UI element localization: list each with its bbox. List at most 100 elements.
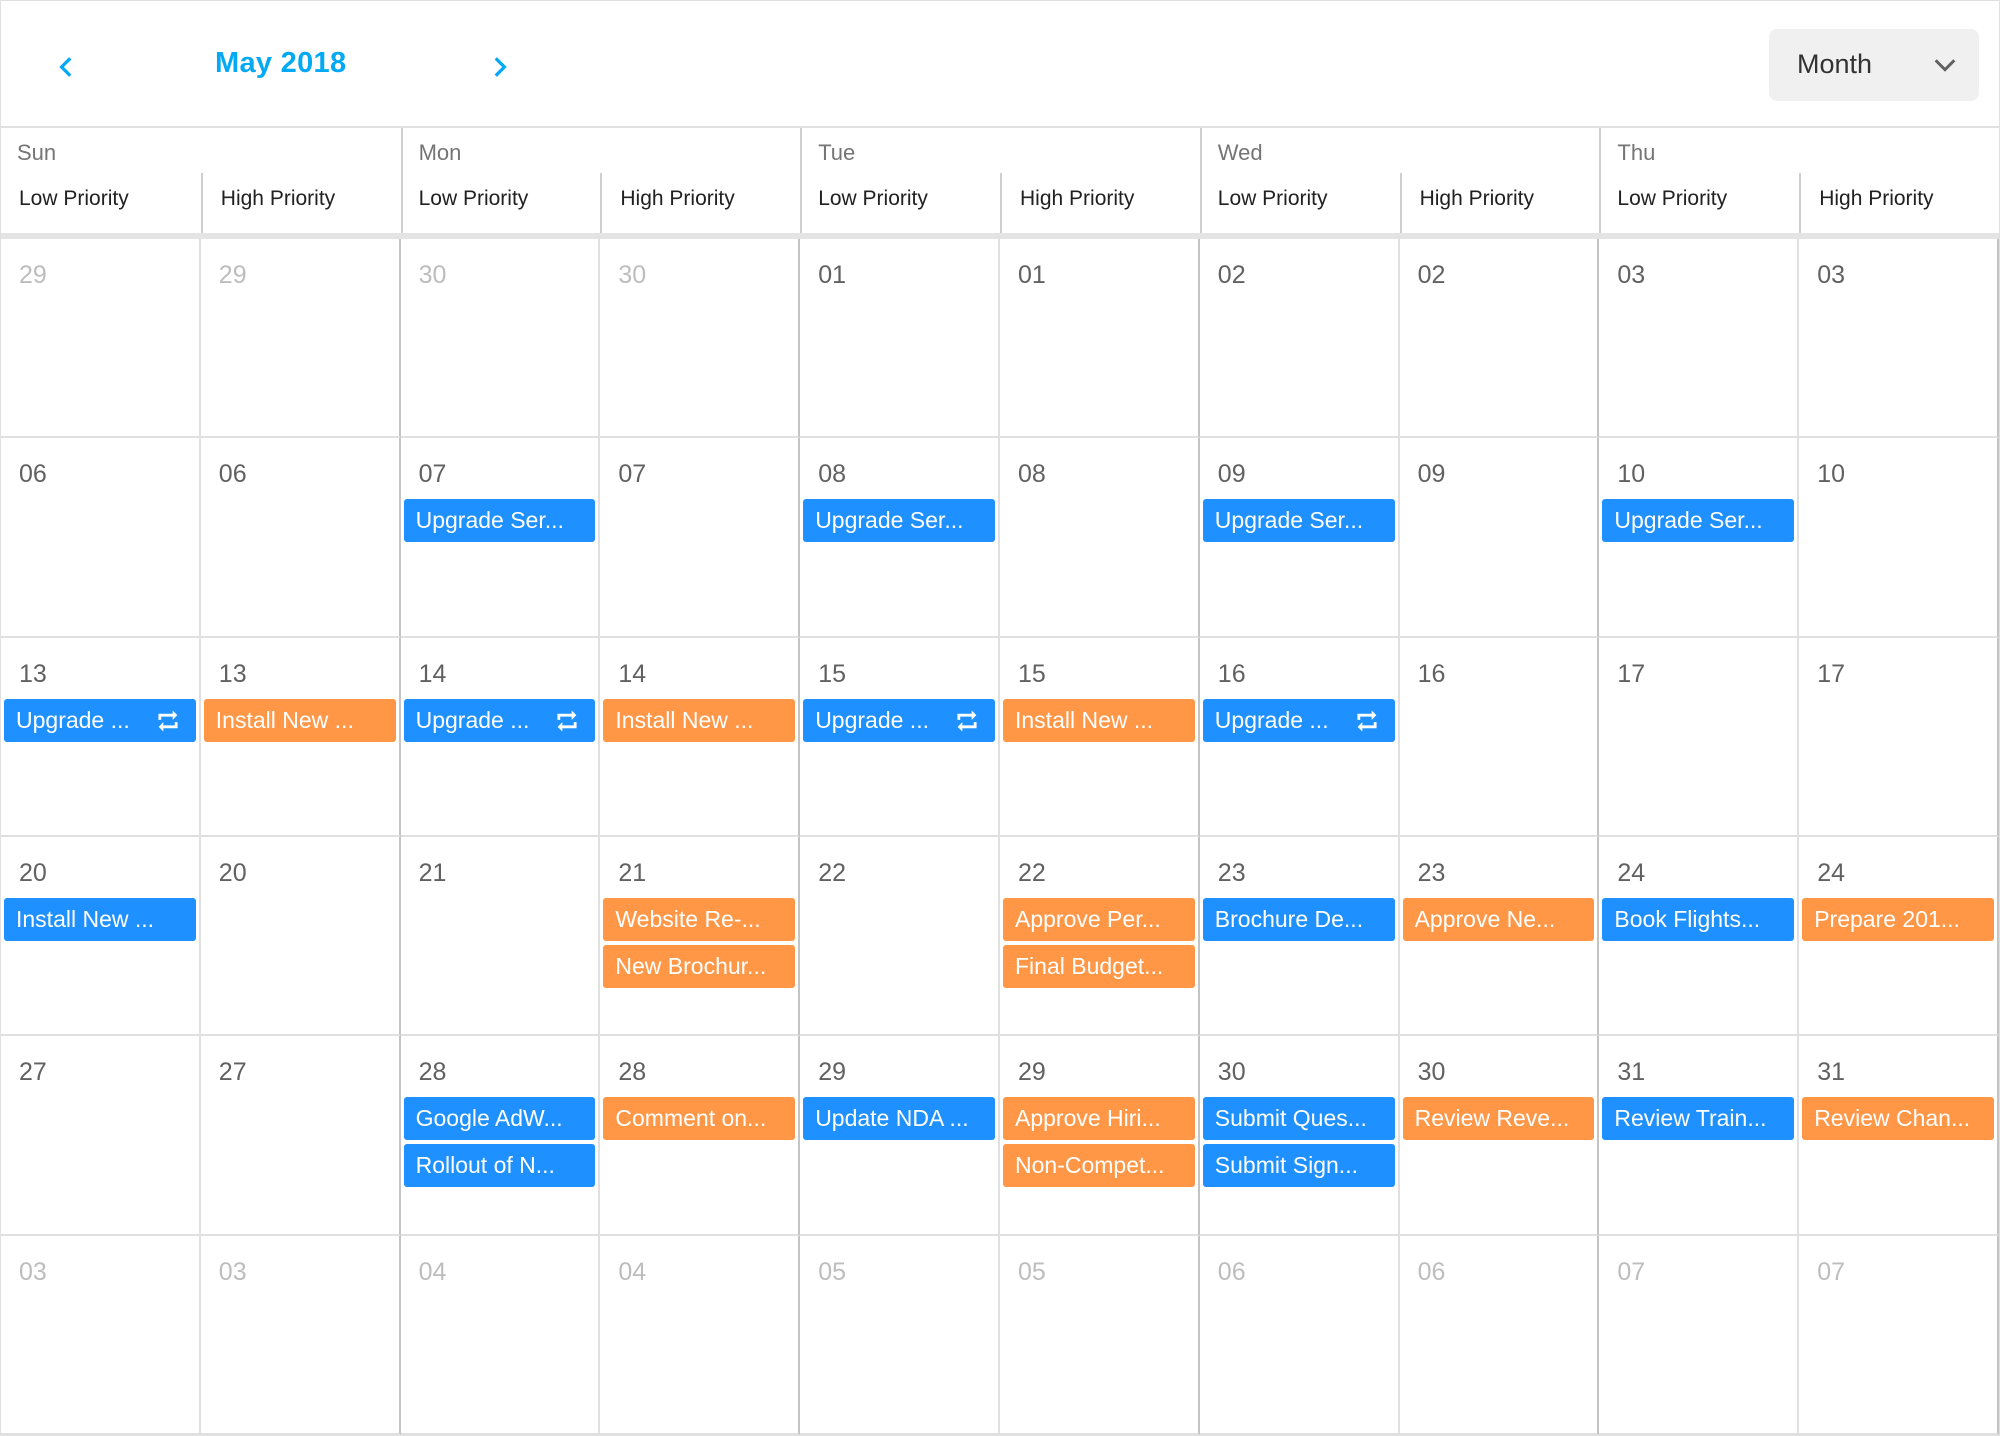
appointment[interactable]: Non-Compet... [1003, 1144, 1195, 1188]
appointment[interactable]: Submit Sign... [1202, 1144, 1395, 1188]
calendar-cell[interactable]: 30 [600, 239, 801, 439]
calendar-cell[interactable]: 20 [200, 837, 401, 1037]
appointment[interactable]: Google AdW... [403, 1097, 596, 1141]
calendar-cell[interactable]: 06 [1, 438, 201, 638]
date-number[interactable]: 14 [618, 660, 646, 689]
date-number[interactable]: 04 [618, 1258, 646, 1287]
date-number[interactable]: 31 [1617, 1058, 1645, 1087]
calendar-cell[interactable]: 29 Approve Hiri... Non-Compet... [1000, 1036, 1200, 1236]
calendar-cell[interactable]: 31 Review Train... [1599, 1036, 1800, 1236]
date-number[interactable]: 06 [1418, 1258, 1446, 1287]
calendar-cell[interactable]: 03 [1, 1235, 201, 1435]
calendar-cell[interactable]: 29 [1, 239, 201, 439]
appointment[interactable]: Comment on... [603, 1097, 796, 1141]
appointment[interactable]: Install New ... [203, 698, 396, 742]
calendar-cell[interactable]: 10 [1799, 438, 1999, 638]
date-number[interactable]: 03 [1617, 261, 1645, 290]
date-number[interactable]: 31 [1817, 1058, 1845, 1087]
calendar-cell[interactable]: 23 Approve Ne... [1399, 837, 1600, 1037]
appointment[interactable]: Upgrade ... [1202, 698, 1395, 742]
appointment[interactable]: Upgrade Ser... [1202, 499, 1395, 543]
calendar-cell[interactable]: 30 Review Reve... [1399, 1036, 1600, 1236]
date-number[interactable]: 13 [219, 660, 247, 689]
appointment[interactable]: Approve Ne... [1402, 898, 1595, 941]
calendar-cell[interactable]: 17 [1599, 637, 1800, 837]
calendar-cell[interactable]: 09 Upgrade Ser... [1199, 438, 1400, 638]
date-number[interactable]: 01 [1018, 261, 1046, 290]
date-number[interactable]: 21 [419, 859, 447, 888]
appointment[interactable]: New Brochur... [603, 945, 796, 988]
calendar-cell[interactable]: 23 Brochure De... [1199, 837, 1400, 1037]
date-number[interactable]: 02 [1218, 261, 1246, 290]
calendar-cell[interactable]: 29 [200, 239, 401, 439]
appointment[interactable]: Install New ... [4, 898, 196, 941]
date-number[interactable]: 20 [19, 859, 47, 888]
date-number[interactable]: 06 [1218, 1258, 1246, 1287]
calendar-cell[interactable]: 02 [1399, 239, 1600, 439]
date-number[interactable]: 16 [1218, 660, 1246, 689]
calendar-cell[interactable]: 30 Submit Ques... Submit Sign... [1199, 1036, 1400, 1236]
date-number[interactable]: 02 [1418, 261, 1446, 290]
appointment[interactable]: Upgrade ... [4, 698, 196, 742]
date-number[interactable]: 16 [1418, 660, 1446, 689]
appointment[interactable]: Review Reve... [1402, 1097, 1595, 1141]
appointment[interactable]: Install New ... [603, 698, 796, 742]
appointment[interactable]: Review Train... [1602, 1097, 1795, 1141]
calendar-cell[interactable]: 01 [1000, 239, 1200, 439]
date-number[interactable]: 17 [1817, 660, 1845, 689]
calendar-cell[interactable]: 10 Upgrade Ser... [1599, 438, 1800, 638]
date-number[interactable]: 21 [618, 859, 646, 888]
calendar-cell[interactable]: 16 [1399, 637, 1600, 837]
date-number[interactable]: 29 [818, 1058, 846, 1087]
date-number[interactable]: 03 [19, 1258, 47, 1287]
view-dropdown[interactable]: Month [1769, 29, 1979, 101]
date-number[interactable]: 20 [219, 859, 247, 888]
date-number[interactable]: 07 [1617, 1258, 1645, 1287]
calendar-cell[interactable]: 01 [800, 239, 1000, 439]
date-number[interactable]: 15 [1018, 660, 1046, 689]
date-number[interactable]: 13 [19, 660, 47, 689]
calendar-cell[interactable]: 07 [600, 438, 801, 638]
appointment[interactable]: Upgrade Ser... [403, 499, 596, 543]
calendar-cell[interactable]: 05 [1000, 1235, 1200, 1435]
calendar-cell[interactable]: 07 [1599, 1235, 1800, 1435]
calendar-cell[interactable]: 15 Install New ... [1000, 637, 1200, 837]
date-number[interactable]: 08 [818, 460, 846, 489]
date-number[interactable]: 22 [1018, 859, 1046, 888]
date-number[interactable]: 24 [1817, 859, 1845, 888]
calendar-cell[interactable]: 14 Install New ... [600, 637, 801, 837]
calendar-cell[interactable]: 21 [400, 837, 601, 1037]
appointment[interactable]: Book Flights... [1602, 898, 1795, 941]
appointment[interactable]: Final Budget... [1003, 945, 1195, 988]
appointment[interactable]: Approve Hiri... [1003, 1097, 1195, 1141]
calendar-cell[interactable]: 27 [1, 1036, 201, 1236]
date-number[interactable]: 27 [19, 1058, 47, 1087]
date-number[interactable]: 23 [1218, 859, 1246, 888]
date-number[interactable]: 10 [1617, 460, 1645, 489]
calendar-cell[interactable]: 24 Prepare 201... [1799, 837, 1999, 1037]
date-number[interactable]: 29 [219, 261, 247, 290]
date-number[interactable]: 08 [1018, 460, 1046, 489]
appointment[interactable]: Upgrade Ser... [1602, 499, 1795, 543]
calendar-cell[interactable]: 08 [1000, 438, 1200, 638]
date-number[interactable]: 05 [1018, 1258, 1046, 1287]
date-number[interactable]: 09 [1418, 460, 1446, 489]
appointment[interactable]: Prepare 201... [1802, 898, 1994, 941]
calendar-cell[interactable]: 30 [400, 239, 601, 439]
date-number[interactable]: 30 [1218, 1058, 1246, 1087]
date-number[interactable]: 10 [1817, 460, 1845, 489]
date-range-label[interactable]: May 2018 [215, 47, 346, 80]
appointment[interactable]: Submit Ques... [1202, 1097, 1395, 1141]
date-number[interactable]: 23 [1418, 859, 1446, 888]
calendar-cell[interactable]: 09 [1399, 438, 1600, 638]
appointment[interactable]: Rollout of N... [403, 1144, 596, 1188]
date-number[interactable]: 29 [1018, 1058, 1046, 1087]
calendar-cell[interactable]: 22 Approve Per... Final Budget... [1000, 837, 1200, 1037]
date-number[interactable]: 30 [419, 261, 447, 290]
calendar-cell[interactable]: 04 [600, 1235, 801, 1435]
appointment[interactable]: Upgrade Ser... [803, 499, 995, 543]
appointment[interactable]: Install New ... [1003, 698, 1195, 742]
appointment[interactable]: Update NDA ... [803, 1097, 995, 1141]
date-number[interactable]: 27 [219, 1058, 247, 1087]
appointment[interactable]: Upgrade ... [803, 698, 995, 742]
